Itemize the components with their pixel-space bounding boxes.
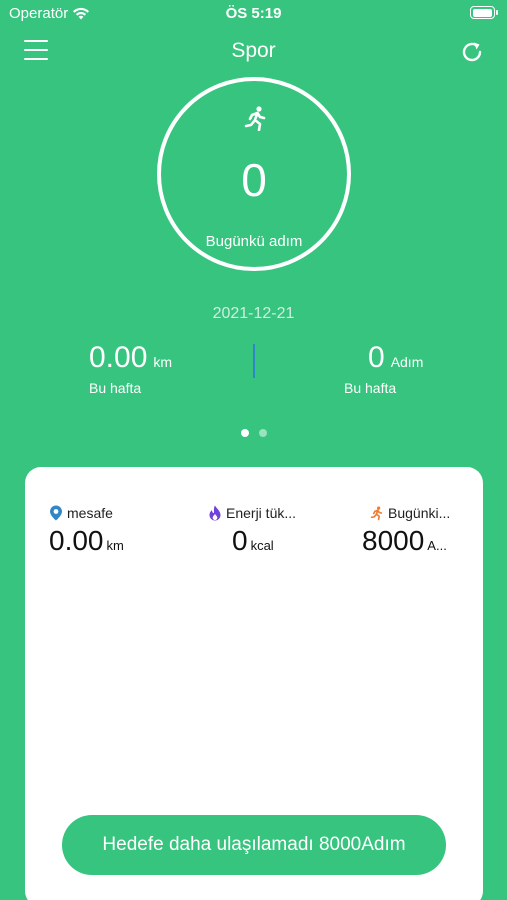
metric-energy-value: 0 <box>232 525 248 556</box>
status-time: ÖS 5:19 <box>225 5 282 22</box>
page-title: Spor <box>231 39 276 62</box>
week-steps-caption: Bu hafta <box>344 380 397 396</box>
metric-distance-value: 0.00 <box>49 525 104 556</box>
summary-card: mesafe 0.00 km Enerji tük... 0 kcal Bugü… <box>25 467 483 900</box>
today-steps-value: 0 <box>241 154 267 206</box>
metric-today-steps-unit: A... <box>427 538 447 553</box>
status-bar: Operatör ÖS 5:19 <box>0 0 507 28</box>
week-distance-caption: Bu hafta <box>89 380 142 396</box>
today-steps-ring: 0 Bugünkü adım <box>157 77 351 271</box>
page-dot-active[interactable] <box>240 429 249 437</box>
week-steps-value: 0 <box>368 341 385 374</box>
week-distance-value: 0.00 <box>89 341 148 374</box>
metric-today-steps-label: Bugünki... <box>388 505 451 521</box>
week-steps-unit: Adım <box>390 354 424 370</box>
metric-distance-unit: km <box>106 538 124 553</box>
metric-today-steps-value: 8000 <box>362 525 425 556</box>
running-person-icon <box>244 106 266 131</box>
nav-bar: Spor <box>0 30 507 74</box>
week-distance-unit: km <box>153 354 173 370</box>
metric-distance: mesafe 0.00 km <box>49 505 189 557</box>
metric-energy: Enerji tük... 0 kcal <box>208 505 348 557</box>
running-person-icon <box>370 506 383 521</box>
metric-distance-label: mesafe <box>67 505 113 521</box>
metric-energy-label: Enerji tük... <box>226 505 297 521</box>
refresh-icon[interactable] <box>459 39 485 65</box>
battery-icon <box>470 6 498 19</box>
today-steps-label: Bugünkü adım <box>205 233 303 250</box>
metric-energy-unit: kcal <box>250 538 274 553</box>
location-pin-icon <box>50 505 62 521</box>
current-date: 2021-12-21 <box>212 305 295 322</box>
metric-today-steps: Bugünki... 8000 A... <box>362 505 467 557</box>
page-indicator[interactable] <box>0 429 507 437</box>
week-steps-stat: 0 Adım Bu hafta <box>344 340 423 396</box>
stats-divider <box>253 344 255 378</box>
goal-status-button[interactable]: Hedefe daha ulaşılamadı 8000Adım <box>62 815 446 875</box>
page-dot[interactable] <box>258 429 267 437</box>
week-distance-stat: 0.00 km Bu hafta <box>89 340 189 396</box>
sport-screen: Operatör ÖS 5:19 Spor 0 Bugünkü adım 202… <box>0 0 507 900</box>
flame-icon <box>209 505 221 521</box>
